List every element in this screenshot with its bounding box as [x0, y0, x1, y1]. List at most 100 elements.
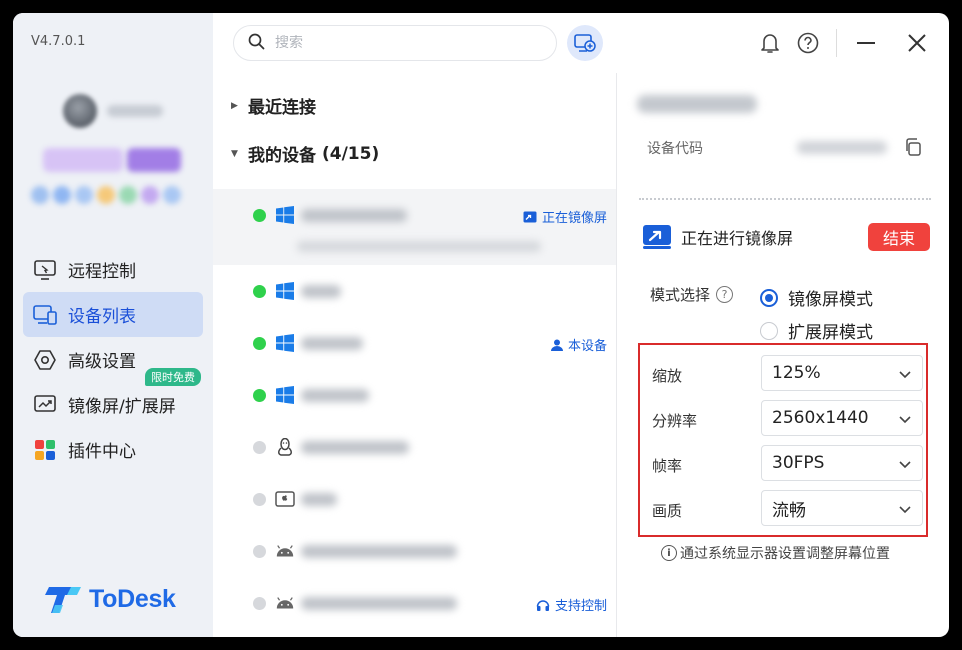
online-status-dot: [253, 337, 266, 350]
sidebar-item-remote-control[interactable]: 远程控制: [23, 247, 203, 292]
app-window: V4.7.0.1 远程控制 设备列表 高级设置 镜像屏/扩展屏 限时免费 插件中…: [13, 13, 949, 637]
device-row[interactable]: [213, 473, 617, 525]
device-row[interactable]: 正在镜像屏: [213, 189, 617, 265]
setting-label: 分辨率: [652, 412, 698, 430]
setting-label: 帧率: [652, 457, 683, 475]
chevron-down-icon: [899, 506, 911, 514]
device-name-redacted: [301, 337, 363, 350]
radio-label: 扩展屏模式: [788, 323, 873, 343]
select-value: 流畅: [772, 500, 806, 521]
sidebar-item-mirror-screen[interactable]: 镜像屏/扩展屏 限时免费: [23, 368, 203, 427]
profile-area[interactable]: [13, 91, 213, 211]
radio-mirror-mode[interactable]: 镜像屏模式: [760, 285, 873, 310]
sidebar-item-label: 镜像屏/扩展屏: [68, 397, 176, 417]
select-value: 125%: [772, 363, 821, 383]
device-count: (4/15): [322, 143, 380, 164]
device-name-redacted: [301, 441, 409, 454]
brand-name: ToDesk: [89, 584, 176, 613]
sidebar-item-label: 设备列表: [68, 307, 136, 327]
copy-icon[interactable]: [903, 137, 923, 157]
section-label: 最近连接: [248, 98, 316, 118]
device-name-redacted: [301, 493, 337, 506]
device-name-redacted: [301, 209, 407, 222]
radio-extend-mode[interactable]: 扩展屏模式: [760, 318, 873, 343]
sidebar-item-device-list[interactable]: 设备列表: [23, 292, 203, 337]
device-title-redacted: [637, 95, 757, 113]
remote-support-icon: [536, 598, 550, 612]
setting-label: 缩放: [652, 367, 683, 385]
add-device-icon: [574, 34, 596, 52]
this-device-tag: 本设备: [550, 335, 607, 354]
bell-icon: [761, 34, 779, 53]
mirror-screen-icon: [643, 225, 671, 249]
device-detail-redacted: [297, 241, 541, 252]
caret-down-icon: ▼: [231, 148, 238, 159]
resolution-select[interactable]: 2560x1440: [761, 400, 923, 436]
quality-select[interactable]: 流畅: [761, 490, 923, 526]
sidebar: V4.7.0.1 远程控制 设备列表 高级设置 镜像屏/扩展屏 限时免费 插件中…: [13, 13, 213, 637]
windows-icon: [275, 281, 295, 301]
my-devices-header[interactable]: ▼ 我的设备 (4/15): [231, 141, 380, 167]
chevron-down-icon: [899, 461, 911, 469]
section-divider: [639, 198, 931, 200]
hint-text: 通过系统显示器设置调整屏幕位置: [680, 546, 890, 562]
user-icon: [550, 339, 563, 351]
remote-support-tag: 支持控制: [536, 595, 607, 614]
device-row[interactable]: [213, 265, 617, 317]
setting-label: 画质: [652, 502, 683, 520]
device-name-redacted: [301, 597, 457, 610]
recent-connections-header[interactable]: ▶ 最近连接: [231, 93, 316, 118]
device-row[interactable]: 本设备: [213, 317, 617, 369]
help-button[interactable]: [796, 31, 820, 55]
search-icon: [248, 33, 265, 54]
device-tag-label: 支持控制: [554, 599, 607, 614]
scale-select[interactable]: 125%: [761, 355, 923, 391]
upgrade-badge-redacted[interactable]: [127, 148, 181, 172]
search-box[interactable]: [233, 25, 557, 61]
device-list: ▶ 最近连接 ▼ 我的设备 (4/15) 正在镜像屏 本设备 支持控制: [213, 73, 617, 637]
version-label: V4.7.0.1: [31, 34, 86, 49]
sidebar-item-label: 高级设置: [68, 352, 136, 372]
toolbar-divider: [836, 29, 837, 57]
minimize-button[interactable]: [854, 31, 878, 55]
chevron-down-icon: [899, 416, 911, 424]
section-label: 我的设备: [248, 146, 316, 166]
mirroring-tag: 正在镜像屏: [523, 207, 607, 226]
close-button[interactable]: [905, 31, 929, 55]
device-row[interactable]: [213, 421, 617, 473]
membership-badge-redacted[interactable]: [43, 148, 123, 172]
linux-icon: [275, 437, 295, 457]
device-list-icon: [33, 303, 57, 327]
frame-rate-select[interactable]: 30FPS: [761, 445, 923, 481]
sidebar-item-plugin-center[interactable]: 插件中心: [23, 427, 203, 472]
end-mirroring-button[interactable]: 结束: [868, 223, 930, 251]
device-row[interactable]: [213, 369, 617, 421]
search-input[interactable]: [275, 35, 515, 51]
notification-button[interactable]: [758, 31, 782, 55]
mirroring-status-label: 正在进行镜像屏: [681, 229, 794, 248]
device-tag-label: 本设备: [567, 339, 607, 354]
device-name-redacted: [301, 285, 341, 298]
windows-icon: [275, 205, 295, 225]
remote-control-icon: [33, 258, 57, 282]
mode-select-label: 模式选择 ?: [650, 284, 734, 305]
avatar[interactable]: [63, 94, 97, 128]
mirror-screen-icon: [523, 211, 537, 223]
device-name-redacted: [301, 389, 369, 402]
minimize-icon: [857, 42, 875, 44]
sidebar-item-label: 插件中心: [68, 442, 136, 462]
free-promo-badge: 限时免费: [145, 368, 201, 386]
device-row[interactable]: 支持控制: [213, 577, 617, 629]
display-settings-highlight: 缩放 125% 分辨率 2560x1440 帧率 30FPS 画质 流畅: [638, 343, 928, 537]
advanced-settings-icon: [33, 348, 57, 372]
add-device-button[interactable]: [567, 25, 603, 61]
plugin-center-icon: [33, 438, 57, 462]
help-icon[interactable]: ?: [716, 286, 734, 303]
radio-label: 镜像屏模式: [788, 290, 873, 310]
device-row[interactable]: [213, 525, 617, 577]
sidebar-nav: 远程控制 设备列表 高级设置 镜像屏/扩展屏 限时免费 插件中心: [23, 247, 203, 472]
offline-status-dot: [253, 597, 266, 610]
mode-label-text: 模式选择: [650, 286, 711, 304]
mac-icon: [275, 489, 295, 509]
device-name-redacted: [301, 545, 457, 558]
